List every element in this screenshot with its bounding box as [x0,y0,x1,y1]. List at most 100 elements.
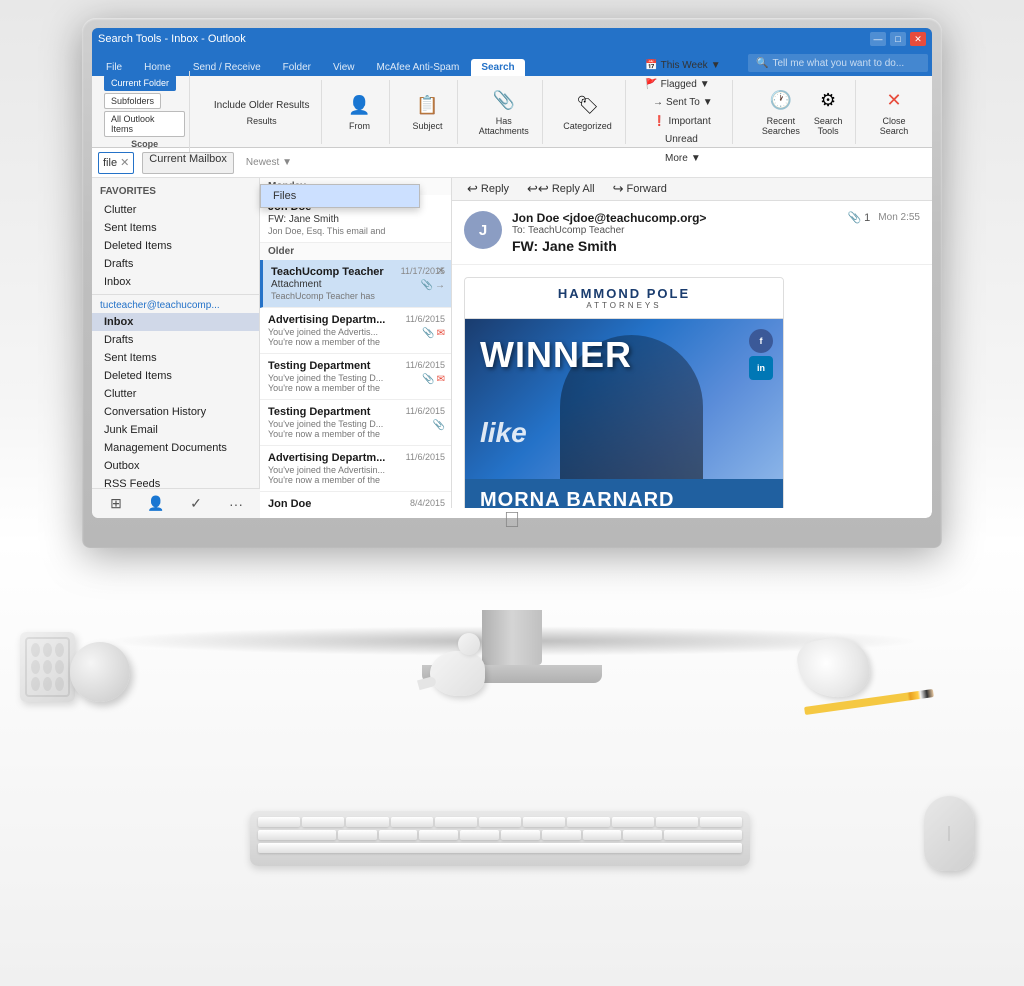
from-group: 👤 From [330,80,390,144]
sidebar-item-clutter[interactable]: Clutter [92,201,259,219]
clear-search-button[interactable]: ✕ [120,156,129,169]
sidebar-account-drafts[interactable]: Drafts [92,331,259,349]
email-preview: Jon Doe, Esq. This email and [268,226,443,236]
tab-search[interactable]: Search [471,59,524,76]
monitor-screen: Search Tools - Inbox - Outlook — □ ✕ Fil… [92,28,932,518]
close-search-button[interactable]: ✕ CloseSearch [875,85,914,139]
tell-me-input[interactable]: Tell me what you want to do... [772,58,904,69]
sidebar-tasks-button[interactable]: ✓ [182,493,210,509]
reply-all-button[interactable]: ↩↩ Reply All [520,178,602,200]
key [612,817,654,827]
sidebar-footer: ⊞ 👤 ✓ ··· [92,488,260,508]
subject-icon: 📋 [415,93,441,119]
sidebar-people-button[interactable]: 👤 [142,493,170,509]
sent-to-button[interactable]: →Sent To▼ [649,95,717,110]
attachment-icon: 📎 [421,280,433,291]
sidebar-item-drafts[interactable]: Drafts [92,255,259,273]
close-search-group: ✕ CloseSearch [864,80,924,144]
sidebar-account-conv[interactable]: Conversation History [92,403,259,421]
email-icons: 📎 → [421,280,445,291]
categorized-button[interactable]: 🏷 Categorized [558,90,617,134]
mouse-scroll-wheel [949,826,950,841]
mailbox-select[interactable]: Current Mailbox [142,152,234,174]
results-group: Include Older Results Results [202,80,322,144]
forward-button[interactable]: ↪ Forward [606,178,674,200]
scope-buttons-row3: All Outlook Items [104,111,185,137]
cube-hole [55,660,64,674]
company-subtitle: ATTORNEYS [558,301,690,310]
key [656,817,698,827]
scope-all-outlook[interactable]: All Outlook Items [104,111,185,137]
close-button[interactable]: ✕ [910,32,926,46]
tab-mcafee[interactable]: McAfee Anti-Spam [367,59,470,76]
from-button[interactable]: 👤 From [342,90,378,134]
card-photo: WINNER f in like [465,319,783,479]
sidebar-item-deleted[interactable]: Deleted Items [92,237,259,255]
mouse [924,796,974,871]
tab-folder[interactable]: Folder [273,59,321,76]
sidebar-account[interactable]: tucteacher@teachucomp... [92,298,259,313]
email-group-older: Older [260,243,451,260]
key [523,817,565,827]
person-name: MORNA BARNARD [480,489,768,508]
flagged-button[interactable]: 🚩Flagged▼ [641,77,724,92]
search-query-box: file ✕ [98,152,134,174]
include-older-button[interactable]: Include Older Results [210,98,314,113]
sidebar-account-inbox[interactable]: Inbox [92,313,259,331]
sidebar-item-inbox[interactable]: Inbox [92,273,259,291]
email-preview: You've joined the Testing D... [268,419,443,429]
attachment-icon: 📎 [491,88,517,114]
sidebar-account-management[interactable]: Management Documents [92,439,259,457]
to-label: To: [512,225,528,236]
stand-neck [482,610,542,665]
recent-searches-button[interactable]: 🕐 RecentSearches [757,85,805,139]
sidebar-account-outbox[interactable]: Outbox [92,457,259,475]
maximize-button[interactable]: □ [890,32,906,46]
email-item-advertising-1[interactable]: Advertising Departm... You've joined the… [260,308,451,354]
more-button[interactable]: More▼ [661,151,705,166]
email-close-button[interactable]: ✕ [437,266,445,277]
search-query-text: file [103,157,117,169]
key [419,830,458,840]
email-item-testing-2[interactable]: Testing Department You've joined the Tes… [260,400,451,446]
scope-subfolders[interactable]: Subfolders [104,93,161,109]
sidebar-item-sent[interactable]: Sent Items [92,219,259,237]
card-header: HAMMOND POLE ATTORNEYS [465,278,783,319]
email-preview2: You're now a member of the [268,383,443,393]
email-item-teachucomp[interactable]: TeachUcomp Teacher Attachment TeachUcomp… [260,260,451,308]
cube-pattern [25,637,70,697]
sidebar-grid-button[interactable]: ⊞ [102,493,130,509]
email-preview: You've joined the Testing D... [268,373,443,383]
tab-send-receive[interactable]: Send / Receive [183,59,271,76]
tab-view[interactable]: View [323,59,365,76]
scope-current-folder[interactable]: Current Folder [104,75,176,91]
email-item-testing-1[interactable]: Testing Department You've joined the Tes… [260,354,451,400]
cube-hole [43,660,52,674]
sidebar-account-junk[interactable]: Junk Email [92,421,259,439]
search-tools-button[interactable]: ⚙ SearchTools [809,85,848,139]
ribbon-tabs: File Home Send / Receive Folder View McA… [92,50,932,76]
sidebar-account-deleted[interactable]: Deleted Items [92,367,259,385]
minimize-button[interactable]: — [870,32,886,46]
unread-button[interactable]: Unread [661,132,705,147]
monitor:  Search Tools - Inbox - Outlook — □ ✕ F… [82,18,942,548]
this-week-button[interactable]: 📅This Week▼ [641,58,724,73]
sidebar-account-clutter[interactable]: Clutter [92,385,259,403]
reading-pane: ↩ Reply ↩↩ Reply All ↪ Forward [452,178,932,508]
email-subject: FW: Jane Smith [512,238,920,254]
window-title: Search Tools - Inbox - Outlook [98,33,246,45]
has-attachments-button[interactable]: 📎 HasAttachments [474,85,534,139]
mail-icon: ✉ [437,374,445,385]
email-item-jon-doe-attach[interactable]: Jon Doe Info on File Attachments Hi TUC,… [260,492,451,508]
sidebar-account-sent[interactable]: Sent Items [92,349,259,367]
subject-button[interactable]: 📋 Subject [408,90,448,134]
important-button[interactable]: ❗Important [649,114,717,129]
outlook-screen: Search Tools - Inbox - Outlook — □ ✕ Fil… [92,28,932,518]
files-dropdown-item[interactable]: Files [261,185,419,207]
email-icons: 📎 ✉ [422,328,445,339]
sidebar-more-button[interactable]: ··· [222,493,250,509]
email-item-advertising-2[interactable]: Advertising Departm... You've joined the… [260,446,451,492]
key [664,830,742,840]
reply-button[interactable]: ↩ Reply [460,178,516,200]
reply-all-icon: ↩↩ [527,181,549,197]
